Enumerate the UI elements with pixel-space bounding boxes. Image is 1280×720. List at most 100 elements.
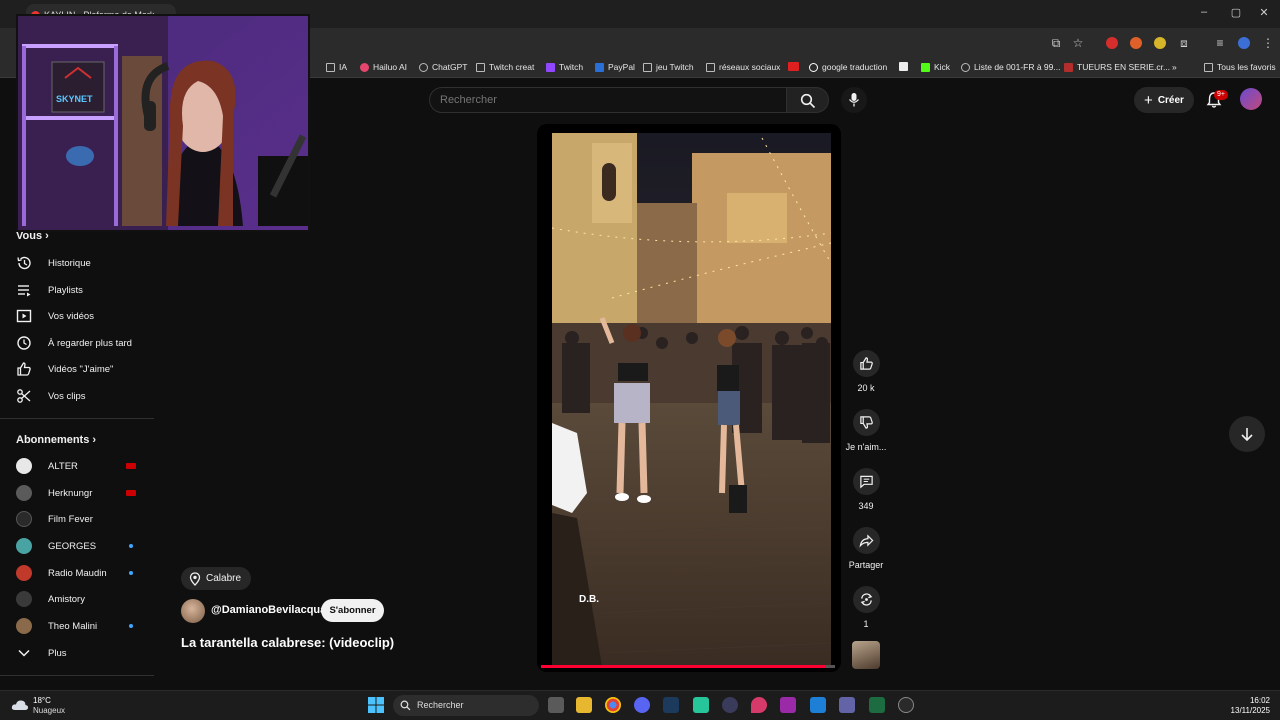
next-app-icon[interactable] — [780, 697, 796, 713]
youtube-icon — [788, 62, 799, 71]
bookmark-label: Twitch — [559, 62, 584, 72]
sidebar-item-liked-videos[interactable]: Vidéos "J'aime" — [0, 356, 154, 382]
account-avatar[interactable] — [1240, 88, 1262, 110]
sidebar-item-alter[interactable]: ALTER — [0, 453, 154, 479]
chrome-icon[interactable] — [605, 697, 621, 713]
create-button[interactable]: + Créer — [1134, 87, 1194, 113]
bookmark-chatgpt[interactable]: ChatGPT — [419, 62, 467, 72]
sidebar-item-label: GEORGES — [48, 540, 97, 552]
sidebar-divider — [0, 675, 154, 676]
media-controls-icon[interactable]: ≡ — [1212, 35, 1228, 51]
teams-icon[interactable] — [839, 697, 855, 713]
taskbar-time[interactable]: 16:02 — [1240, 696, 1270, 705]
bookmark-label: Hailuo AI — [373, 62, 408, 72]
bookmark-twitch[interactable]: Twitch — [546, 62, 583, 72]
bookmarks-overflow-icon[interactable]: » — [1172, 62, 1177, 72]
subscribe-button[interactable]: S'abonner — [321, 599, 384, 622]
bookmark-label: réseaux sociaux — [719, 62, 781, 72]
extensions-puzzle-icon[interactable]: ⧈ — [1176, 35, 1192, 51]
share-button[interactable] — [853, 527, 880, 554]
dislike-button[interactable] — [853, 409, 880, 436]
video-watermark: D.B. — [579, 594, 599, 605]
next-short-button[interactable] — [1229, 416, 1265, 452]
bookmark-ia[interactable]: IA — [326, 62, 347, 72]
search-input[interactable] — [440, 94, 770, 106]
sidebar-item-label: Amistory — [48, 593, 85, 605]
extension-yellow-icon[interactable] — [1154, 37, 1166, 49]
search-box[interactable] — [429, 87, 787, 113]
task-view-icon[interactable] — [548, 697, 564, 713]
comment-count: 349 — [858, 501, 874, 511]
search-button[interactable] — [787, 87, 829, 113]
video-frame[interactable] — [552, 133, 831, 666]
sidebar-item-history[interactable]: Historique — [0, 250, 154, 276]
location-chip[interactable]: Calabre — [181, 567, 252, 590]
channel-name[interactable]: @DamianoBevilacqua — [211, 604, 326, 616]
sidebar-item-radio-maudin[interactable]: Radio Maudin — [0, 560, 154, 586]
sidebar-item-label: Vos vidéos — [48, 310, 94, 322]
sidebar-item-your-videos[interactable]: Vos vidéos — [0, 303, 154, 329]
bookmark-reseaux-sociaux[interactable]: réseaux sociaux — [706, 62, 780, 72]
sidebar-item-label: Playlists — [48, 284, 83, 296]
bookmark-youtube[interactable] — [788, 62, 799, 71]
taskbar-date[interactable]: 13/11/2025 — [1220, 706, 1270, 715]
sidebar-item-georges[interactable]: GEORGES — [0, 533, 154, 559]
bookmark-twitch-creat[interactable]: Twitch creat — [476, 62, 534, 72]
sidebar-subscriptions-heading[interactable]: Abonnements › — [16, 434, 96, 446]
sidebar-item-amistory[interactable]: Amistory — [0, 586, 154, 612]
bookmark-label: IA — [339, 62, 348, 72]
bookmark-star-icon[interactable]: ☆ — [1070, 35, 1086, 51]
comments-button[interactable] — [853, 468, 880, 495]
discord-icon[interactable] — [634, 697, 650, 713]
weather-temperature[interactable]: 18°C — [33, 696, 51, 705]
cloud-icon[interactable] — [11, 699, 29, 711]
kick-icon — [921, 62, 930, 72]
sidebar-item-more[interactable]: Plus — [0, 640, 154, 666]
file-explorer-icon[interactable] — [576, 697, 592, 713]
sidebar-item-playlists[interactable]: Playlists — [0, 277, 154, 303]
browser-menu-icon[interactable]: ⋮ — [1260, 35, 1276, 51]
bookmark-tueurs[interactable]: TUEURS EN SERIE.cr... — [1064, 62, 1170, 72]
channel-avatar — [16, 458, 32, 474]
bookmark-kick[interactable]: Kick — [921, 62, 950, 72]
video-title[interactable]: La tarantella calabrese: (videoclip) — [181, 635, 394, 650]
bookmark-label: jeu Twitch — [656, 62, 694, 72]
excel-icon[interactable] — [869, 697, 885, 713]
watch-later-icon — [17, 336, 31, 350]
create-label: Créer — [1157, 94, 1184, 106]
weather-description[interactable]: Nuageux — [33, 706, 65, 715]
audio-thumbnail[interactable] — [852, 641, 880, 669]
voice-search-button[interactable] — [841, 87, 867, 113]
windows-start-icon[interactable] — [368, 697, 384, 713]
maximize-icon[interactable]: ▢ — [1228, 6, 1244, 19]
install-app-icon[interactable]: ⧉ — [1048, 35, 1064, 51]
like-button[interactable] — [853, 350, 880, 377]
bookmark-paypal[interactable]: PayPal — [595, 62, 635, 72]
bookmark-jeu-twitch[interactable]: jeu Twitch — [643, 62, 694, 72]
bookmark-liste[interactable]: Liste de 001-FR à 99... — [961, 62, 1060, 72]
sidebar-item-theo-malini[interactable]: Theo Malini — [0, 613, 154, 639]
app-green-icon[interactable] — [693, 697, 709, 713]
video-progress-bar[interactable] — [541, 665, 835, 668]
minimize-icon[interactable]: – — [1196, 6, 1212, 18]
close-window-icon[interactable]: ✕ — [1256, 6, 1272, 19]
profile-icon[interactable] — [1238, 37, 1250, 49]
bookmark-hailuo[interactable]: Hailuo AI — [360, 62, 407, 72]
app-circle-icon[interactable] — [722, 697, 738, 713]
extension-red-icon[interactable] — [1106, 37, 1118, 49]
sidebar-item-clips[interactable]: Vos clips — [0, 383, 154, 409]
outlook-icon[interactable] — [810, 697, 826, 713]
sidebar-item-herknungr[interactable]: Herknungr — [0, 480, 154, 506]
app-g-icon[interactable] — [898, 697, 914, 713]
maps-pin-icon[interactable] — [751, 697, 767, 713]
bookmark-google-traduction[interactable]: google traduction — [809, 62, 887, 72]
all-bookmarks[interactable]: Tous les favoris — [1204, 62, 1276, 72]
steam-icon[interactable] — [663, 697, 679, 713]
channel-avatar[interactable] — [181, 599, 205, 623]
remix-button[interactable] — [853, 586, 880, 613]
bookmark-amazon[interactable] — [899, 62, 908, 71]
taskbar-search[interactable]: Rechercher — [393, 695, 539, 716]
sidebar-item-watch-later[interactable]: À regarder plus tard — [0, 330, 154, 356]
extension-orange-icon[interactable] — [1130, 37, 1142, 49]
sidebar-item-film-fever[interactable]: Film Fever — [0, 506, 154, 532]
